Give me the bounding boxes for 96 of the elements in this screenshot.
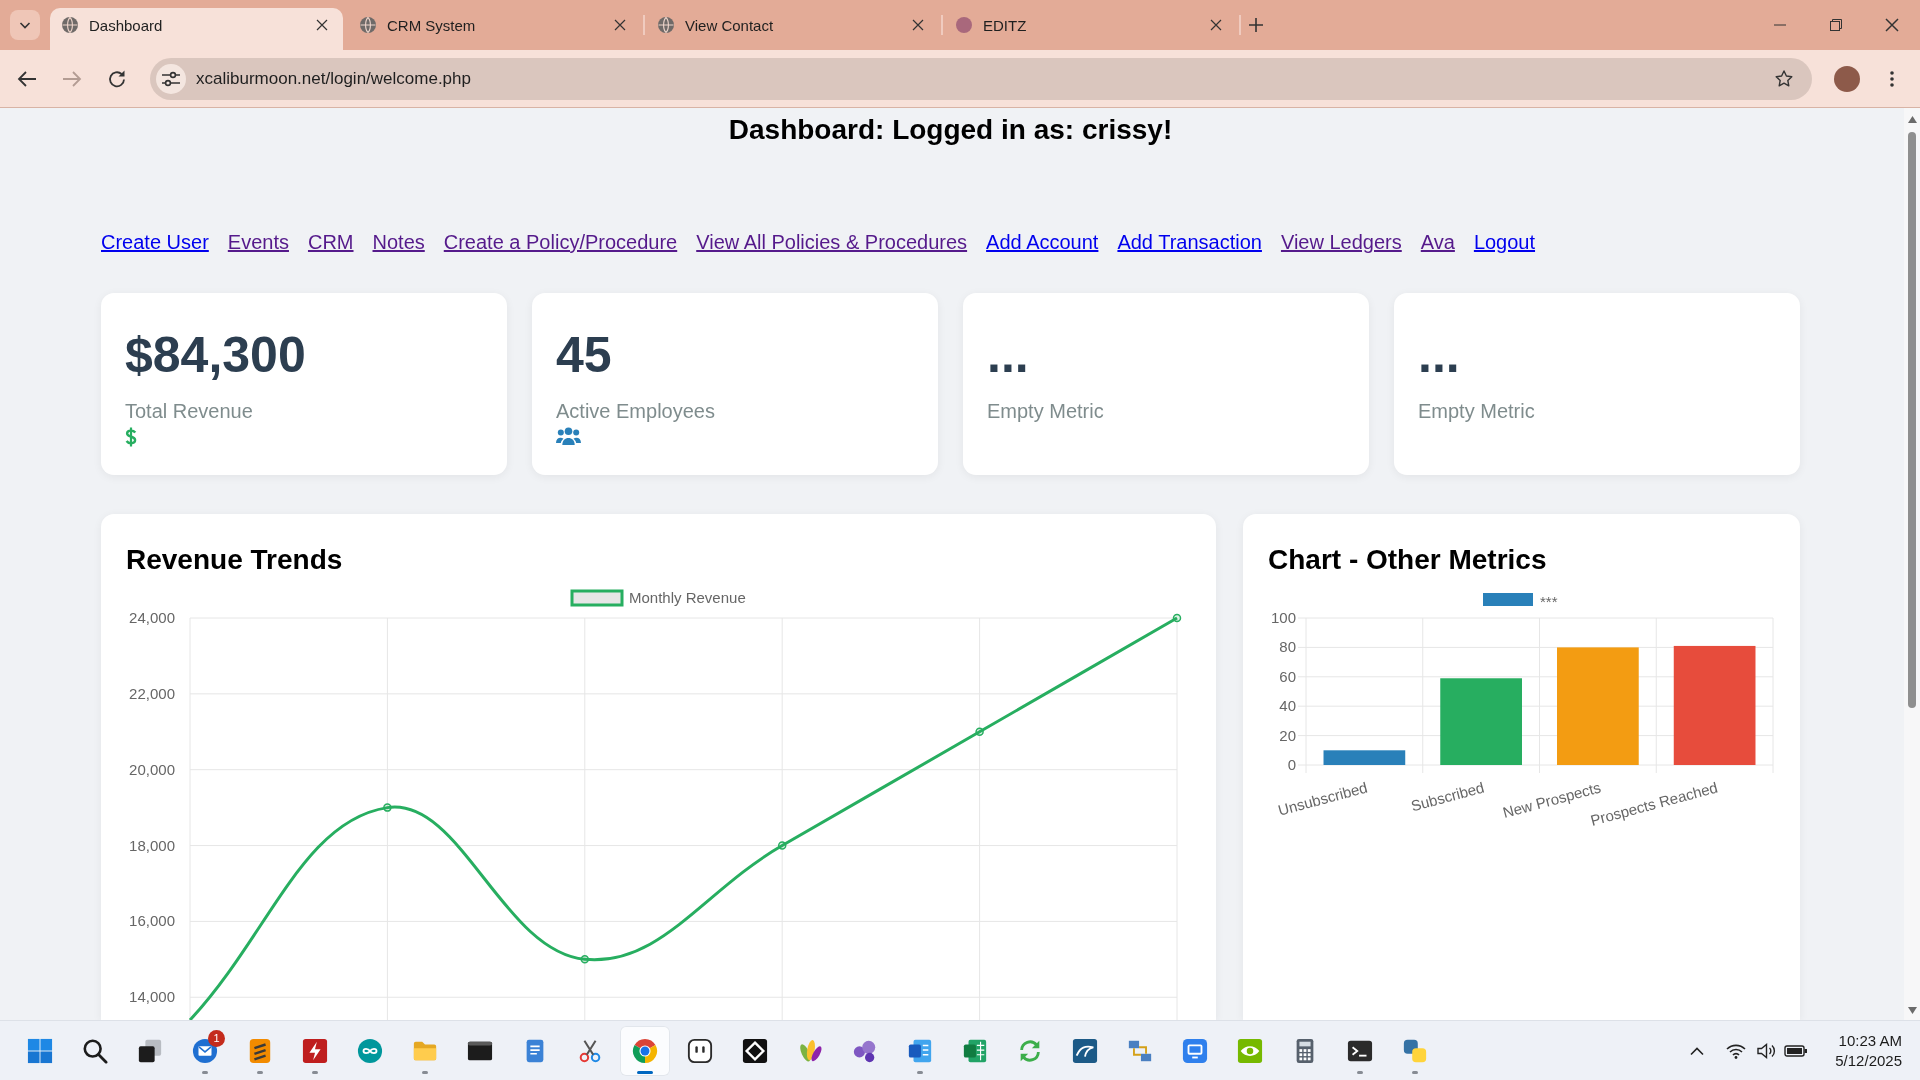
nav-link[interactable]: View All Policies & Procedures (696, 228, 968, 256)
y-axis-label: 20,000 (129, 760, 175, 778)
star-icon[interactable] (1775, 69, 1793, 88)
nav-link[interactable]: Create a Policy/Procedure (443, 228, 678, 256)
site-info-button[interactable] (156, 63, 186, 94)
diamond-tile-icon[interactable] (742, 1037, 768, 1064)
y-axis-label: 14,000 (129, 988, 175, 1006)
address-bar[interactable]: xcaliburmoon.net/login/welcome.php (150, 57, 1812, 100)
chevron-up-icon[interactable] (1690, 1046, 1704, 1055)
wave-tile-icon[interactable] (1072, 1037, 1098, 1064)
y-axis-label: 18,000 (129, 836, 175, 854)
spreadsheet-icon[interactable] (962, 1037, 988, 1064)
start-icon[interactable] (27, 1037, 53, 1064)
y-axis-label: 80 (1279, 638, 1296, 656)
caret-down-icon[interactable] (1907, 1007, 1917, 1014)
monitor-tile-icon[interactable] (1182, 1037, 1208, 1064)
dollar-icon (125, 427, 137, 447)
metric-label: Total Revenue (125, 399, 253, 423)
nav-link[interactable]: Ava (1420, 228, 1455, 256)
chart-title: Chart - Other Metrics (1268, 543, 1547, 577)
y-axis-label: 16,000 (129, 912, 175, 930)
metric-value: ... (987, 326, 1029, 385)
speaker-icon[interactable] (1756, 1042, 1776, 1059)
point-marker-icon[interactable] (1172, 613, 1182, 623)
clock-date[interactable]: 5/12/2025 (1835, 1050, 1902, 1071)
nav-link[interactable]: Create User (101, 228, 209, 256)
browser-tab[interactable]: Dashboard (50, 8, 343, 50)
point-marker-icon[interactable] (975, 727, 984, 736)
clock-time[interactable]: 10:23 AM (1838, 1030, 1902, 1051)
globe-icon (360, 17, 376, 33)
y-axis-label: 100 (1270, 609, 1296, 626)
nav-link[interactable]: Add Account (986, 228, 1099, 256)
close-icon[interactable] (1886, 19, 1898, 31)
globe-icon (62, 17, 78, 33)
nav-link[interactable]: Events (227, 228, 289, 256)
plus-icon[interactable] (1249, 18, 1263, 32)
scroll-thumb[interactable] (1908, 132, 1916, 708)
eye-tile-icon[interactable] (1237, 1037, 1263, 1064)
y-axis-label: 22,000 (129, 684, 175, 702)
nav-link[interactable]: Logout (1473, 228, 1536, 256)
caret-up-icon[interactable] (1907, 116, 1917, 123)
close-icon[interactable] (913, 20, 923, 30)
search-icon[interactable] (82, 1037, 108, 1064)
wifi-icon[interactable] (1726, 1042, 1746, 1059)
infinity-icon[interactable] (357, 1037, 383, 1064)
close-icon[interactable] (1211, 20, 1221, 30)
legend-label[interactable]: Monthly Revenue (629, 589, 746, 606)
task-view-icon[interactable] (137, 1037, 163, 1064)
point-marker-icon[interactable] (580, 955, 590, 964)
striped-tile-icon[interactable] (247, 1037, 273, 1064)
point-marker-icon[interactable] (383, 803, 392, 812)
bolt-tile-icon[interactable] (302, 1037, 328, 1064)
close-icon[interactable] (615, 20, 625, 30)
metric-label: Empty Metric (1418, 399, 1535, 423)
close-icon[interactable] (317, 20, 327, 30)
nav-link[interactable]: Notes (372, 228, 425, 256)
segmented-circle-icon[interactable] (632, 1037, 658, 1064)
y-axis-label: 0 (1287, 756, 1296, 773)
page-heading: Dashboard: Logged in as: crissy! (728, 113, 1173, 147)
taskbar-button[interactable]: 1 (180, 1025, 230, 1076)
avatar-icon (956, 17, 972, 33)
reload-icon[interactable] (108, 69, 126, 88)
nav-link[interactable]: CRM (307, 228, 354, 256)
restore-icon[interactable] (1830, 19, 1842, 31)
y-axis-label: 40 (1279, 697, 1296, 715)
chart-title: Revenue Trends (126, 543, 343, 577)
y-axis-label: 20 (1279, 726, 1296, 744)
browser-tab[interactable]: CRM System (348, 8, 641, 50)
y-axis-label: 60 (1279, 667, 1296, 685)
battery-icon[interactable] (1784, 1043, 1808, 1058)
metric-value: ... (1418, 326, 1460, 385)
notification-badge: 1 (208, 1029, 225, 1047)
point-marker-icon[interactable] (777, 841, 787, 850)
face-tile-icon[interactable] (687, 1037, 713, 1064)
metric-label: Empty Metric (987, 399, 1104, 423)
legend-swatch-icon[interactable] (570, 589, 624, 607)
scrollbar[interactable] (1904, 108, 1920, 1020)
overlapping-squares-icon[interactable] (1402, 1037, 1428, 1064)
legend-label[interactable]: *** (1540, 593, 1558, 610)
menu-icon[interactable] (1890, 70, 1894, 87)
metric-value: 45 (556, 326, 612, 385)
arrow-left-icon[interactable] (18, 70, 36, 87)
nav-link[interactable]: View Ledgers (1280, 228, 1402, 256)
leaves-icon[interactable] (797, 1037, 823, 1064)
document-icon[interactable] (907, 1037, 933, 1064)
sliders-icon[interactable] (162, 70, 180, 87)
people-icon (556, 427, 581, 445)
metric-label: Active Employees (556, 399, 715, 423)
nav-link[interactable]: Add Transaction (1117, 228, 1262, 256)
browser-tab[interactable]: View Contact (646, 8, 939, 50)
legend-swatch-icon[interactable] (1483, 593, 1533, 606)
browser-tab[interactable]: EDITZ (944, 8, 1237, 50)
metric-value: $84,300 (125, 326, 306, 385)
sync-icon[interactable] (1017, 1037, 1043, 1064)
y-axis-label: 24,000 (129, 609, 175, 626)
globe-icon (658, 17, 674, 33)
